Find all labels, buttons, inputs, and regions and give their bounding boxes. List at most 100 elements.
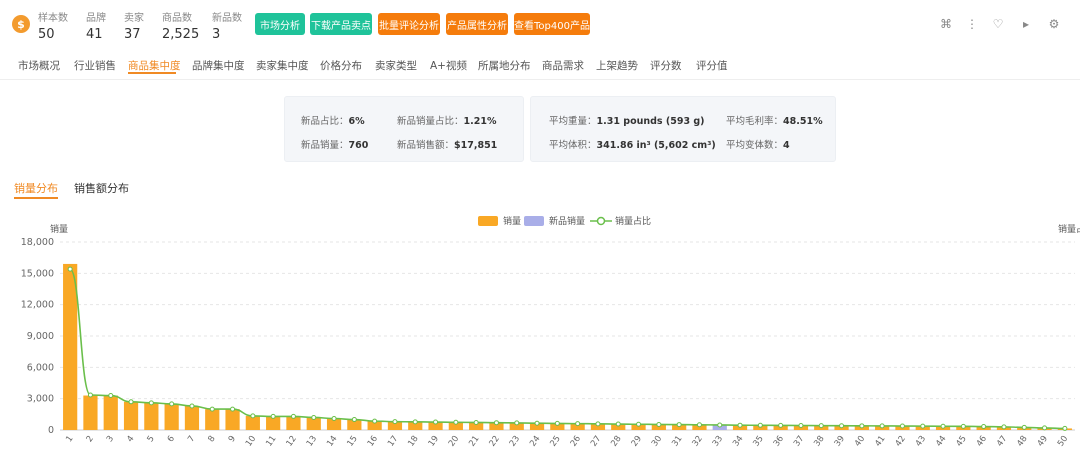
point-sales-share [778,422,784,428]
point-sales-share [148,400,154,406]
y-tick-label: 12,000 [21,300,54,311]
x-tick-label: 42 [894,434,908,449]
point-sales-share [331,416,337,422]
x-tick-label: 13 [305,434,319,449]
point-sales-share [676,422,682,428]
y-tick-label: 3,000 [27,394,54,405]
y-tick-label: 0 [48,425,54,436]
point-sales-share [757,422,763,428]
y-tick-label: 18,000 [21,237,54,248]
x-tick-label: 18 [406,434,420,449]
x-tick-label: 20 [447,434,461,449]
x-tick-label: 34 [731,434,745,449]
x-tick-label: 44 [934,434,948,449]
x-tick-label: 37 [792,434,806,449]
x-tick-label: 9 [227,434,238,444]
point-sales-share [128,399,134,405]
point-sales-share [392,419,398,425]
point-sales-share [311,414,317,420]
x-tick-label: 49 [1036,434,1050,449]
x-tick-label: 3 [105,434,116,444]
x-tick-label: 24 [528,434,542,449]
bar-sales [205,409,220,430]
point-sales-share [717,422,723,428]
x-tick-label: 21 [467,434,481,449]
point-sales-share [351,417,357,423]
point-sales-share [270,413,276,419]
x-tick-label: 25 [548,434,562,449]
x-tick-label: 10 [244,434,258,449]
point-sales-share [1021,424,1027,430]
x-tick-label: 39 [833,434,847,449]
x-tick-label: 1 [64,434,75,444]
x-tick-label: 38 [812,434,826,449]
x-tick-label: 43 [914,434,928,449]
point-sales-share [290,413,296,419]
x-tick-label: 27 [589,434,603,449]
point-sales-share [696,422,702,428]
x-tick-label: 17 [386,434,400,449]
point-sales-share [981,424,987,430]
x-tick-label: 48 [1015,434,1029,449]
x-tick-label: 26 [569,434,583,449]
point-sales-share [818,423,824,429]
x-tick-label: 2 [85,434,96,444]
point-sales-share [87,392,93,398]
point-sales-share [230,406,236,412]
x-tick-label: 8 [206,434,217,444]
bar-sales [144,402,159,430]
x-tick-label: 29 [630,434,644,449]
x-tick-label: 35 [751,434,765,449]
point-sales-share [839,423,845,429]
bar-sales [63,263,78,430]
bar-sales [164,403,179,430]
x-tick-label: 19 [427,434,441,449]
point-sales-share [108,393,114,399]
point-sales-share [859,423,865,429]
x-tick-label: 41 [873,434,887,449]
point-sales-share [412,419,418,425]
point-sales-share [189,403,195,409]
point-sales-share [554,420,560,426]
x-tick-label: 46 [975,434,989,449]
point-sales-share [960,423,966,429]
x-tick-label: 32 [691,434,705,449]
point-sales-share [209,406,215,412]
x-tick-label: 14 [325,434,339,449]
x-tick-label: 47 [995,434,1009,449]
x-tick-label: 22 [488,434,502,449]
bar-sales [103,395,118,430]
x-tick-label: 6 [166,434,177,444]
y-tick-label: 6,000 [27,362,54,373]
bar-sales [123,401,139,430]
x-tick-label: 15 [345,434,359,449]
point-sales-share [636,421,642,427]
point-sales-share [1062,425,1068,431]
x-tick-label: 30 [650,434,664,449]
point-sales-share [169,401,175,407]
point-sales-share [493,420,499,426]
x-tick-label: 16 [366,434,380,449]
point-sales-share [372,418,378,424]
point-sales-share [67,266,73,272]
point-sales-share [940,423,946,429]
x-tick-label: 33 [711,434,725,449]
point-sales-share [595,421,601,427]
point-sales-share [534,420,540,426]
x-tick-label: 23 [508,434,522,449]
point-sales-share [656,421,662,427]
x-tick-label: 12 [285,434,299,449]
point-sales-share [879,423,885,429]
point-sales-share [514,420,520,426]
x-tick-label: 31 [670,434,684,449]
point-sales-share [899,423,905,429]
point-sales-share [1001,424,1007,430]
point-sales-share [473,419,479,425]
point-sales-share [798,423,804,429]
sales-distribution-chart: 18,00015,00012,0009,0006,0003,00001 2 3 4 5 6… [21,237,1075,449]
x-tick-label: 40 [853,434,867,449]
bar-sales [225,409,240,430]
point-sales-share [1042,425,1048,431]
x-tick-label: 5 [146,434,157,444]
x-tick-label: 36 [772,434,786,449]
